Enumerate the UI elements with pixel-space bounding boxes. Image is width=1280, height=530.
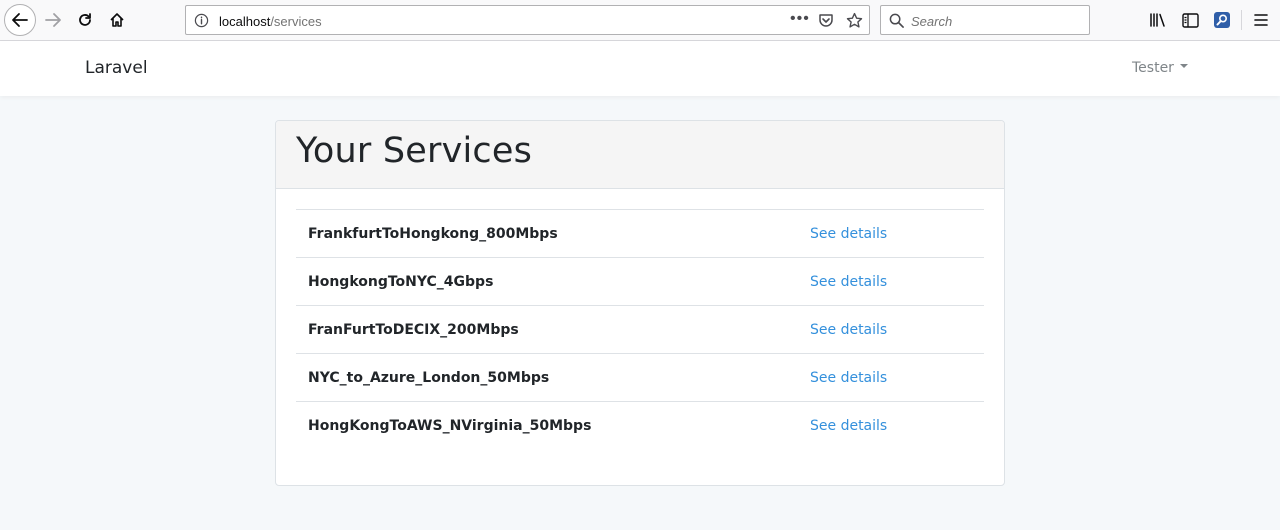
extension-button[interactable] <box>1207 5 1237 35</box>
service-name: HongkongToNYC_4Gbps <box>296 257 810 306</box>
caret-down-icon <box>1179 64 1188 68</box>
see-details-link[interactable]: See details <box>810 418 887 434</box>
service-name: HongKongToAWS_NVirginia_50Mbps <box>296 401 810 450</box>
arrow-left-icon <box>12 13 28 27</box>
card-header: Your Services <box>276 121 1004 189</box>
user-dropdown[interactable]: Tester <box>1132 60 1188 76</box>
arrow-right-icon <box>45 13 61 27</box>
url-text[interactable]: localhost/services <box>219 14 322 29</box>
url-bar[interactable]: localhost/services ••• <box>185 5 870 35</box>
library-icon <box>1150 13 1165 27</box>
info-icon[interactable] <box>194 13 209 33</box>
back-button[interactable] <box>4 4 36 36</box>
page-title: Your Services <box>296 131 533 171</box>
extension-icon <box>1214 12 1230 28</box>
bookmark-star-icon[interactable] <box>846 12 863 34</box>
table-row: FrankfurtToHongkong_800Mbps See details <box>296 209 984 258</box>
service-link-cell: See details <box>810 305 984 354</box>
home-button[interactable] <box>102 5 132 35</box>
search-input[interactable] <box>911 11 1081 31</box>
menu-button[interactable] <box>1246 5 1276 35</box>
services-table: FrankfurtToHongkong_800Mbps See details … <box>296 209 984 450</box>
search-icon <box>889 13 904 33</box>
see-details-link[interactable]: See details <box>810 226 887 242</box>
sidebar-icon <box>1181 12 1199 28</box>
service-link-cell: See details <box>810 401 984 450</box>
sidebar-button[interactable] <box>1175 5 1205 35</box>
see-details-link[interactable]: See details <box>810 322 887 338</box>
service-name: FranFurtToDECIX_200Mbps <box>296 305 810 354</box>
brand-link[interactable]: Laravel <box>85 58 148 78</box>
hamburger-menu-icon <box>1254 14 1268 26</box>
home-icon <box>110 13 124 27</box>
service-name: FrankfurtToHongkong_800Mbps <box>296 209 810 258</box>
forward-button[interactable] <box>38 5 68 35</box>
url-host: localhost <box>219 14 271 29</box>
see-details-link[interactable]: See details <box>810 274 887 290</box>
browser-search-bar[interactable] <box>880 5 1090 35</box>
service-link-cell: See details <box>810 209 984 258</box>
url-path: /services <box>270 14 322 29</box>
service-link-cell: See details <box>810 257 984 306</box>
page-actions-icon[interactable]: ••• <box>790 10 810 28</box>
services-card: Your Services FrankfurtToHongkong_800Mbp… <box>275 120 1005 486</box>
user-name: Tester <box>1132 60 1174 76</box>
reload-icon <box>79 13 91 26</box>
table-row: FranFurtToDECIX_200Mbps See details <box>296 305 984 354</box>
service-name: NYC_to_Azure_London_50Mbps <box>296 353 810 402</box>
toolbar-separator <box>1241 10 1242 30</box>
browser-toolbar: localhost/services ••• <box>0 0 1280 41</box>
see-details-link[interactable]: See details <box>810 370 887 386</box>
service-link-cell: See details <box>810 353 984 402</box>
pocket-icon[interactable] <box>818 12 834 33</box>
library-button[interactable] <box>1143 5 1173 35</box>
table-row: HongKongToAWS_NVirginia_50Mbps See detai… <box>296 401 984 450</box>
reload-button[interactable] <box>70 5 100 35</box>
table-row: NYC_to_Azure_London_50Mbps See details <box>296 353 984 402</box>
table-row: HongkongToNYC_4Gbps See details <box>296 257 984 306</box>
app-navbar: Laravel Tester <box>0 41 1280 96</box>
